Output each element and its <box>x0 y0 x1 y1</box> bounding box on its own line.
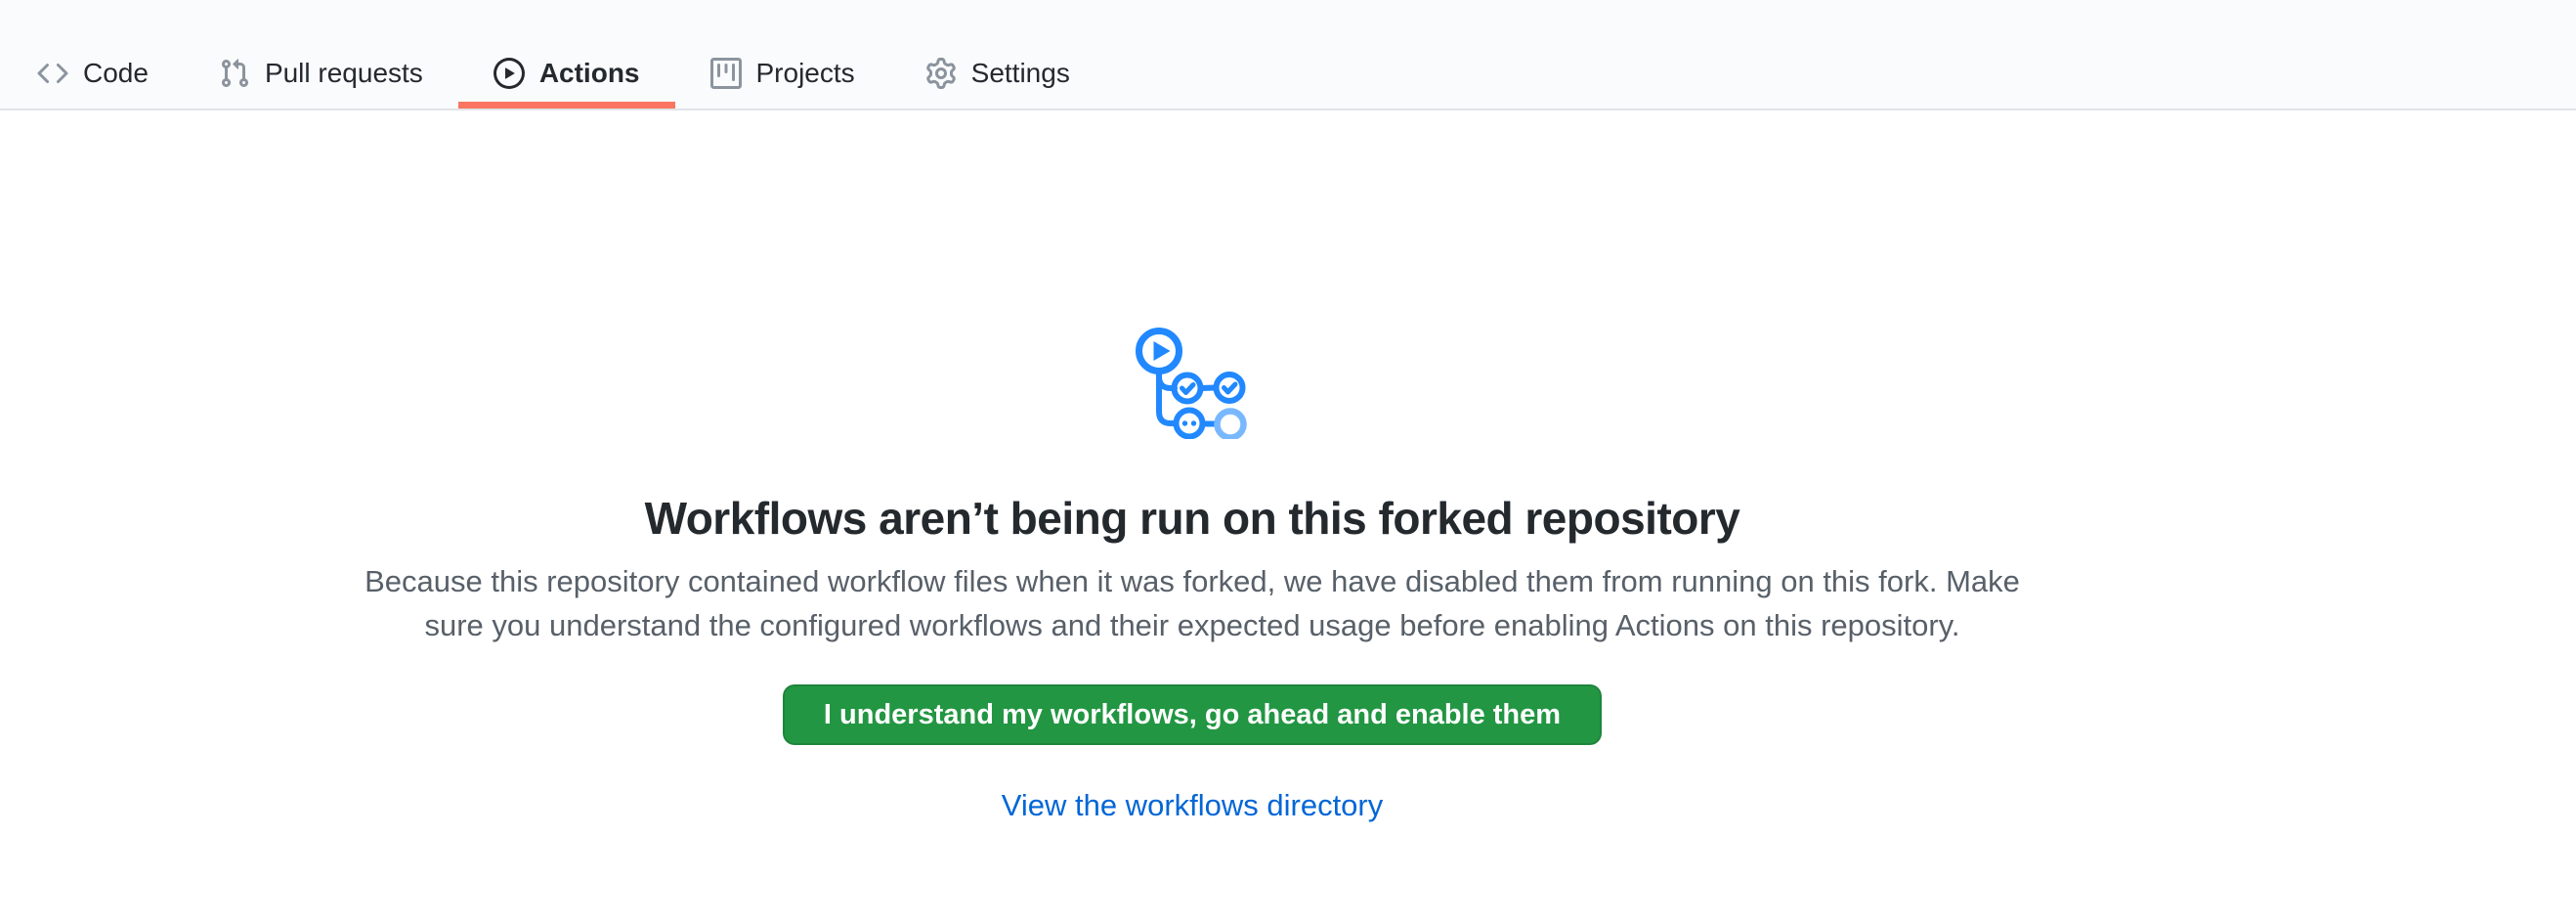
gear-icon <box>925 58 957 89</box>
workflow-graph-icon <box>1136 328 1249 439</box>
tab-code[interactable]: Code <box>2 45 184 109</box>
project-icon <box>710 58 742 89</box>
tab-settings[interactable]: Settings <box>890 45 1105 109</box>
tab-code-label: Code <box>83 60 149 87</box>
play-icon <box>494 58 525 89</box>
code-icon <box>37 58 68 89</box>
blankslate-description-line1: Because this repository contained workfl… <box>0 559 2384 603</box>
tab-settings-label: Settings <box>971 60 1070 87</box>
git-pull-request-icon <box>219 58 250 89</box>
enable-workflows-button[interactable]: I understand my workflows, go ahead and … <box>783 684 1602 745</box>
tab-projects-label: Projects <box>756 60 855 87</box>
tab-pull-requests[interactable]: Pull requests <box>184 45 458 109</box>
tab-projects[interactable]: Projects <box>675 45 890 109</box>
blankslate-description: Because this repository contained workfl… <box>0 559 2384 647</box>
repo-tab-nav: Code Pull requests Actions Projects Sett… <box>0 0 2576 110</box>
tab-actions-label: Actions <box>539 60 640 87</box>
actions-disabled-blankslate: Workflows aren’t being run on this forke… <box>0 110 2384 823</box>
tab-actions[interactable]: Actions <box>458 45 675 109</box>
blankslate-description-line2: sure you understand the configured workf… <box>0 603 2384 647</box>
view-workflows-directory-link[interactable]: View the workflows directory <box>1002 788 1384 822</box>
tab-pull-requests-label: Pull requests <box>265 60 423 87</box>
blankslate-title: Workflows aren’t being run on this forke… <box>0 491 2384 546</box>
